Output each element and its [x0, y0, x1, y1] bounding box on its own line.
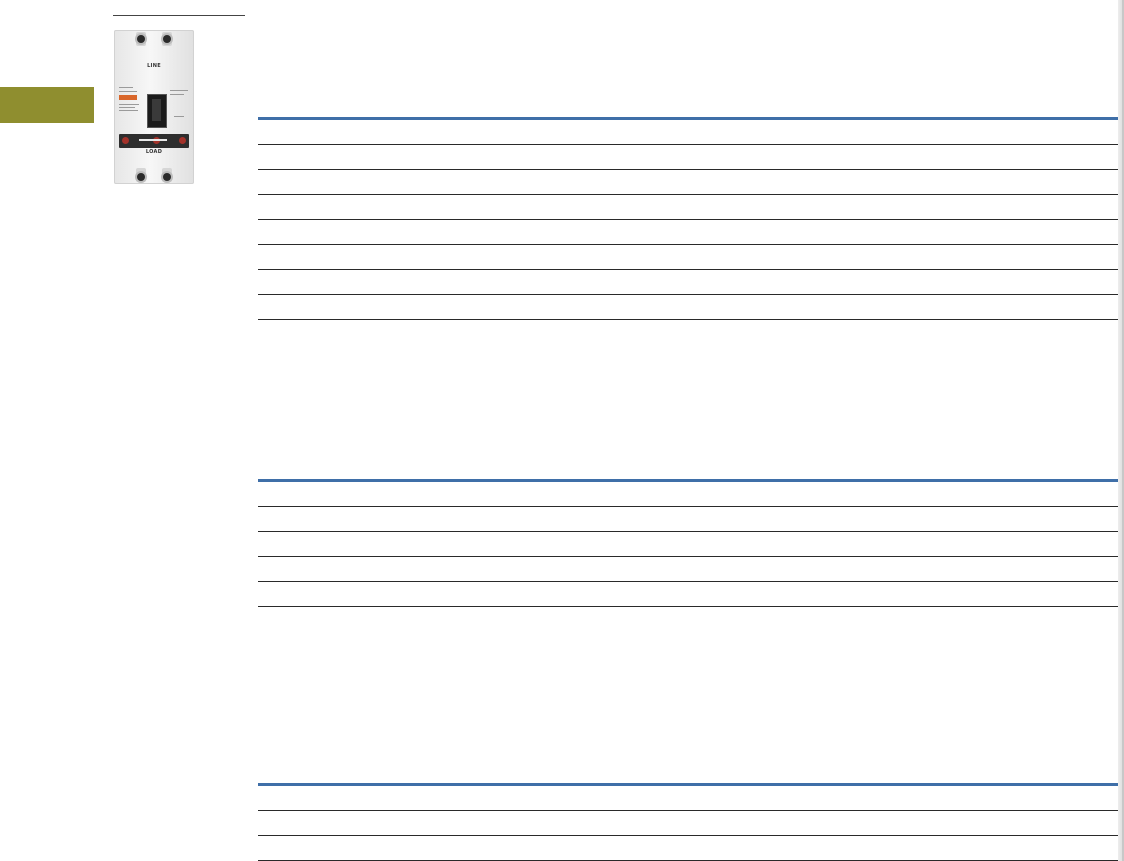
trip-unit [119, 134, 189, 148]
spec-table-2 [258, 479, 1123, 607]
table-row [258, 786, 1123, 811]
spec-table-3 [258, 783, 1123, 861]
table-row [258, 811, 1123, 836]
load-label: LOAD [145, 149, 163, 155]
table-row [258, 145, 1123, 170]
table-row [258, 557, 1123, 582]
table-row [258, 482, 1123, 507]
load-terminal-icon [163, 173, 171, 181]
table-row [258, 532, 1123, 557]
line-label: LINE [147, 63, 161, 69]
table-row [258, 270, 1123, 295]
table-row [258, 245, 1123, 270]
circuit-breaker-photo: LINE LOAD [114, 30, 194, 184]
table-row [258, 195, 1123, 220]
section-tab [0, 87, 94, 123]
spec-table-1 [258, 117, 1123, 320]
table-row [258, 170, 1123, 195]
brand-tag [119, 95, 137, 100]
header-rule [113, 15, 245, 16]
table-row [258, 295, 1123, 320]
table-row [258, 220, 1123, 245]
table-row [258, 836, 1123, 861]
load-terminal-icon [137, 173, 145, 181]
table-row [258, 120, 1123, 145]
catalog-page: LINE LOAD [0, 0, 1124, 861]
table-row [258, 507, 1123, 532]
line-terminal-icon [163, 35, 171, 43]
table-row [258, 582, 1123, 607]
operating-handle [147, 94, 167, 128]
line-terminal-icon [137, 35, 145, 43]
